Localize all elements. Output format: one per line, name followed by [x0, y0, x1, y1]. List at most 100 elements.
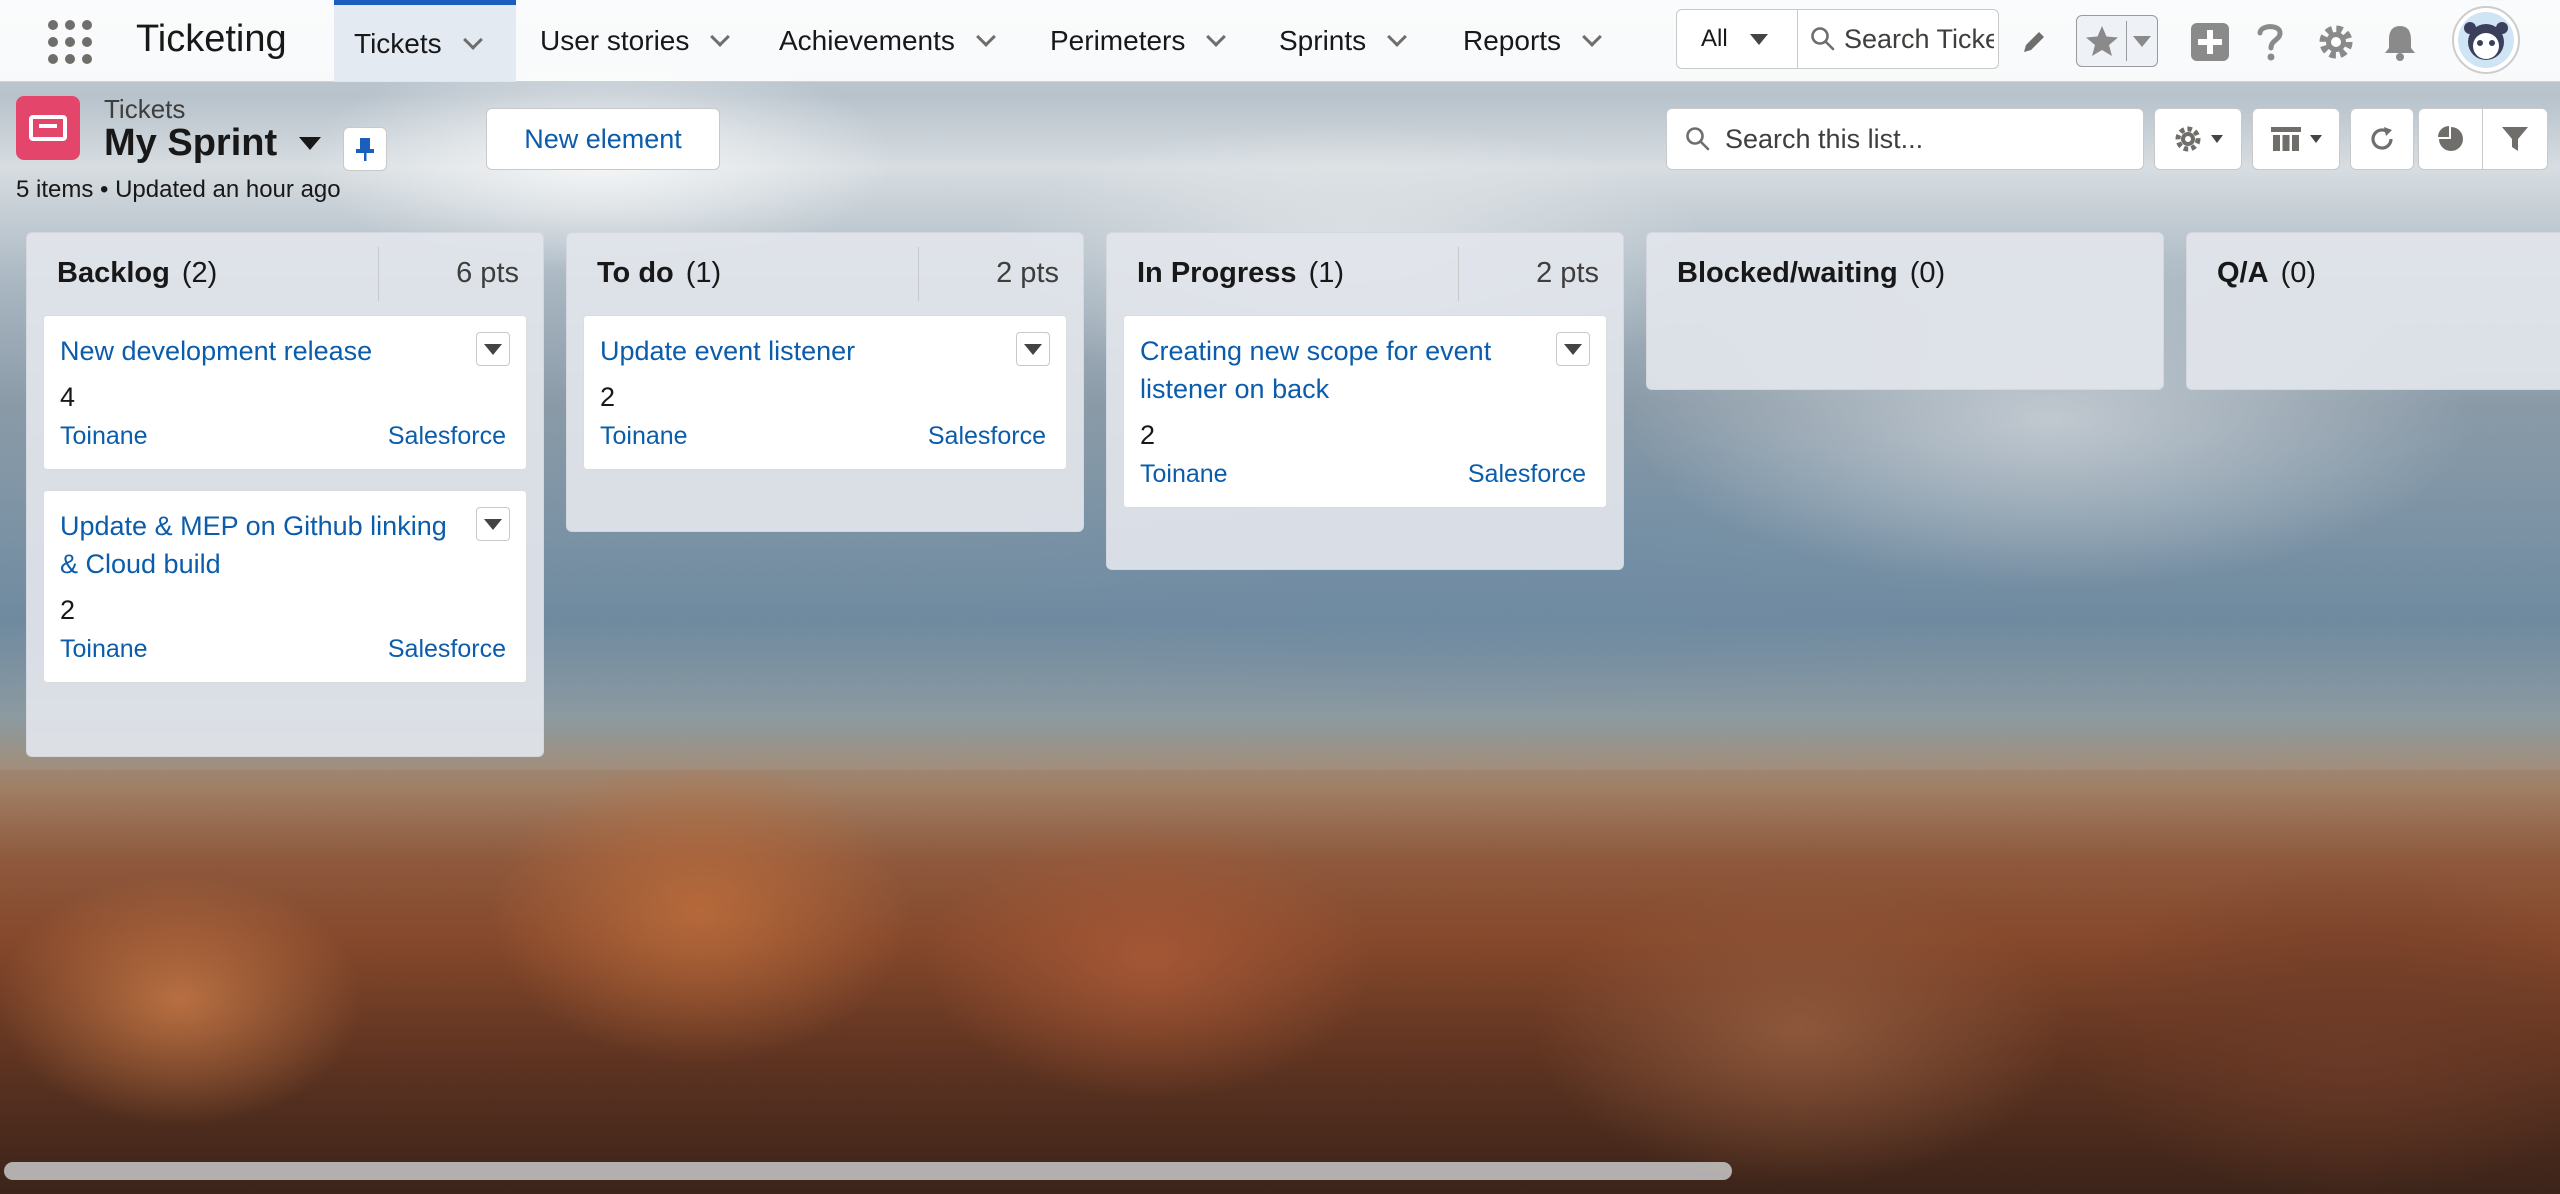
- search-icon: [1811, 27, 1835, 51]
- help-icon[interactable]: [2250, 14, 2290, 70]
- tab-achievements[interactable]: Achievements: [759, 0, 996, 82]
- column-points: 2 pts: [996, 257, 1059, 289]
- column-points: 2 pts: [1536, 257, 1599, 289]
- card-actions-menu[interactable]: [1556, 332, 1590, 366]
- chevron-down-icon[interactable]: [1582, 27, 1602, 47]
- kanban-column-backlog: Backlog (2) 6 pts New development release…: [26, 232, 544, 757]
- chevron-down-icon[interactable]: [1387, 27, 1408, 47]
- notifications-bell-icon[interactable]: [2378, 14, 2422, 70]
- column-name: In Progress: [1137, 257, 1297, 289]
- kanban-card[interactable]: New development release 4 Toinane Salesf…: [43, 315, 527, 470]
- app-launcher-icon[interactable]: [48, 20, 92, 64]
- tab-sprints[interactable]: Sprints: [1259, 0, 1408, 82]
- new-element-button[interactable]: New element: [486, 108, 720, 170]
- column-title: Backlog (2): [57, 257, 217, 290]
- card-title-link[interactable]: Creating new scope for event listener on…: [1140, 332, 1520, 408]
- kanban-column-blocked-waiting: Blocked/waiting (0): [1646, 232, 2164, 390]
- card-owner-link[interactable]: Toinane: [1140, 460, 1228, 489]
- pin-icon: [356, 138, 374, 161]
- refresh-button[interactable]: [2350, 108, 2414, 170]
- scrollbar-thumb[interactable]: [4, 1162, 1732, 1180]
- global-actions-button[interactable]: [2188, 14, 2232, 70]
- pie-chart-icon: [2437, 126, 2463, 151]
- tab-label: Tickets: [354, 27, 442, 59]
- list-search-box[interactable]: [1666, 108, 2144, 170]
- list-view-selector[interactable]: My Sprint: [104, 122, 322, 165]
- card-actions-menu[interactable]: [476, 507, 510, 541]
- setup-gear-icon[interactable]: [2314, 14, 2358, 70]
- caret-down-icon[interactable]: [2132, 35, 2151, 47]
- refresh-icon: [2371, 127, 2393, 150]
- card-source-link[interactable]: Salesforce: [388, 422, 506, 451]
- caret-down-icon: [1749, 33, 1768, 45]
- card-footer: Toinane Salesforce: [60, 422, 506, 451]
- plus-icon: [2191, 23, 2229, 61]
- kanban-column-in-progress: In Progress (1) 2 pts Creating new scope …: [1106, 232, 1624, 570]
- avatar-icon: [2458, 12, 2514, 68]
- tab-perimeters[interactable]: Perimeters: [1030, 0, 1227, 82]
- search-scope-select[interactable]: All: [1676, 9, 1798, 69]
- card-title-link[interactable]: Update event listener: [600, 332, 1000, 370]
- edit-nav-icon[interactable]: [2014, 14, 2054, 70]
- list-settings-button[interactable]: [2154, 108, 2242, 170]
- kanban-card[interactable]: Update & MEP on Github linking & Cloud b…: [43, 490, 527, 683]
- column-count: (0): [2280, 257, 2317, 289]
- search-icon: [1686, 127, 1710, 151]
- column-header: Q/A (0): [2187, 233, 2560, 315]
- card-footer: Toinane Salesforce: [600, 422, 1046, 451]
- card-owner-link[interactable]: Toinane: [60, 422, 148, 451]
- card-owner-link[interactable]: Toinane: [60, 635, 148, 664]
- list-view-name: My Sprint: [104, 122, 278, 164]
- tab-reports[interactable]: Reports: [1443, 0, 1602, 82]
- caret-down-icon[interactable]: [299, 137, 322, 150]
- column-header: Blocked/waiting (0): [1647, 233, 2163, 315]
- filters-button[interactable]: [2483, 109, 2547, 169]
- column-count: (1): [685, 257, 722, 289]
- card-title-link[interactable]: Update & MEP on Github linking & Cloud b…: [60, 507, 460, 583]
- column-name: To do: [597, 257, 674, 289]
- card-actions-menu[interactable]: [1016, 332, 1050, 366]
- card-points: 4: [60, 382, 76, 412]
- chevron-down-icon[interactable]: [710, 27, 731, 47]
- kanban-column-to-do: To do (1) 2 pts Update event listener 2 T…: [566, 232, 1084, 532]
- card-source-link[interactable]: Salesforce: [388, 635, 506, 664]
- card-title-link[interactable]: New development release: [60, 332, 460, 370]
- chevron-down-icon[interactable]: [1206, 27, 1227, 47]
- card-footer: Toinane Salesforce: [1140, 460, 1586, 489]
- kanban-column-qa: Q/A (0): [2186, 232, 2560, 390]
- global-search-box[interactable]: [1797, 9, 1999, 69]
- card-footer: Toinane Salesforce: [60, 635, 506, 664]
- list-search-input[interactable]: [1725, 123, 2125, 155]
- card-source-link[interactable]: Salesforce: [1468, 460, 1586, 489]
- card-source-link[interactable]: Salesforce: [928, 422, 1046, 451]
- user-avatar[interactable]: [2452, 6, 2520, 74]
- column-header: To do (1) 2 pts: [567, 233, 1083, 315]
- global-nav: Ticketing Tickets User stories Achieveme…: [0, 0, 2560, 82]
- list-meta-info: 5 items • Updated an hour ago: [16, 176, 341, 203]
- chevron-down-icon[interactable]: [975, 27, 996, 47]
- column-points: 6 pts: [456, 257, 519, 289]
- chevron-down-icon[interactable]: [462, 29, 483, 50]
- charts-button[interactable]: [2419, 109, 2483, 169]
- display-as-button[interactable]: [2252, 108, 2340, 170]
- search-scope-value: All: [1701, 25, 1728, 52]
- column-count: (0): [1909, 257, 1946, 289]
- card-points: 2: [1140, 420, 1156, 450]
- caret-down-icon: [1024, 343, 1042, 355]
- column-title: Q/A (0): [2217, 257, 2316, 290]
- global-search-input[interactable]: [1844, 23, 1994, 55]
- tab-tickets[interactable]: Tickets: [334, 0, 516, 82]
- card-actions-menu[interactable]: [476, 332, 510, 366]
- tab-label: Sprints: [1279, 25, 1367, 56]
- kanban-card[interactable]: Creating new scope for event listener on…: [1123, 315, 1607, 508]
- column-title: In Progress (1): [1137, 257, 1344, 290]
- tab-user-stories[interactable]: User stories: [520, 0, 731, 82]
- kanban-card[interactable]: Update event listener 2 Toinane Salesfor…: [583, 315, 1067, 470]
- column-title: To do (1): [597, 257, 721, 290]
- favorites-button[interactable]: [2076, 15, 2158, 67]
- card-owner-link[interactable]: Toinane: [600, 422, 688, 451]
- tab-label: Perimeters: [1050, 25, 1186, 56]
- caret-down-icon: [1564, 343, 1582, 355]
- pin-list-button[interactable]: [343, 127, 387, 171]
- horizontal-scrollbar[interactable]: [0, 1160, 2560, 1182]
